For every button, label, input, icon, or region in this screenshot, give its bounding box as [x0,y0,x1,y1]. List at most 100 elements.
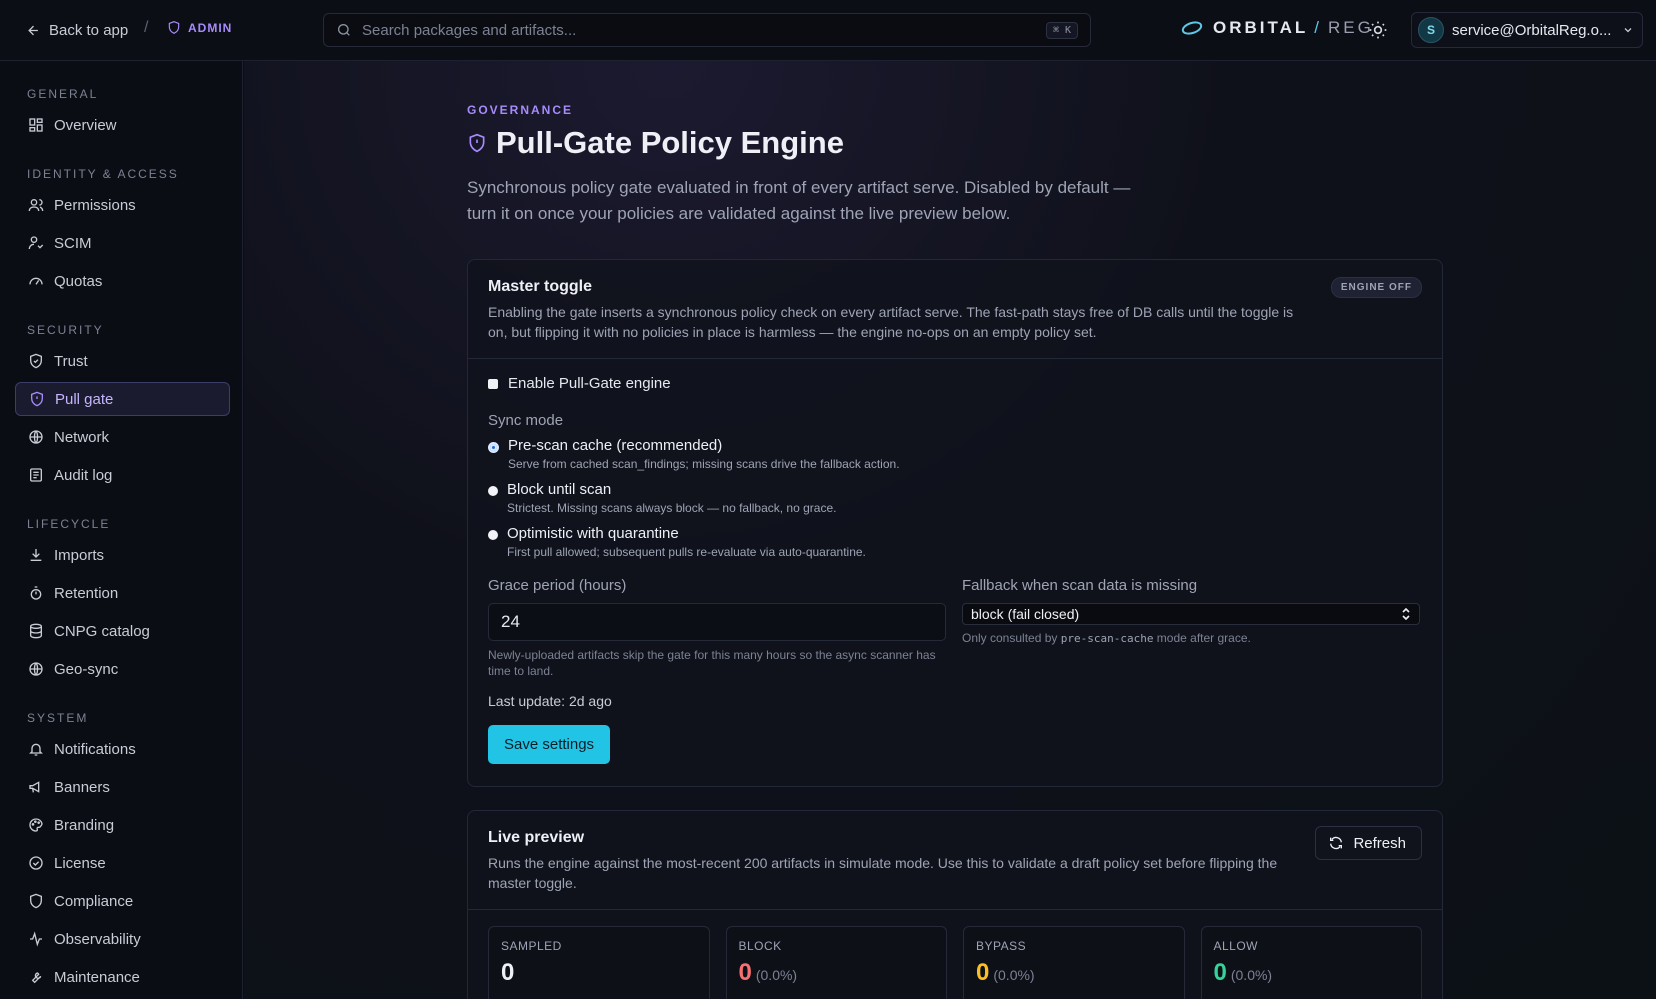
admin-label: ADMIN [188,20,233,35]
sidebar-item-label: Notifications [54,740,136,758]
sidebar-item-trust[interactable]: Trust [15,344,230,378]
last-update: Last update: 2d ago [488,693,612,709]
sidebar-item-observability[interactable]: Observability [15,922,230,956]
top-bar: Back to app / ADMIN ⌘ K ORBITAL / REG S … [0,0,1656,61]
grace-period-hint: Newly-uploaded artifacts skip the gate f… [488,648,936,678]
search-input[interactable] [362,21,1036,39]
grace-period-input[interactable]: 24 [488,603,946,641]
sidebar-item-geo-sync[interactable]: Geo-sync [15,652,230,686]
grace-period-label: Grace period (hours) [488,577,627,594]
radio-label: Block until scan [507,481,612,498]
sidebar-item-label: License [54,854,106,872]
search-icon [338,24,350,36]
megaphone-icon [29,781,40,793]
sidebar-item-label: Geo-sync [54,660,119,678]
sidebar-item-pull-gate[interactable]: Pull gate [15,382,230,416]
radio-button[interactable] [488,486,498,496]
globe-icon [29,430,43,444]
back-to-app-link[interactable]: Back to app [26,20,128,40]
stats-row: SAMPLED 0 BLOCK 0 (0.0%) BYPASS 0 (0.0%) A… [488,926,1422,999]
fallback-field: Fallback when scan data is missing block… [962,577,1420,679]
breadcrumb-separator: / [144,19,149,36]
page-title: Pull-Gate Policy Engine [467,125,844,161]
card-header: Master toggle Enabling the gate inserts … [468,260,1442,359]
download-icon [30,549,42,561]
sidebar-item-retention[interactable]: Retention [15,576,230,610]
grid-icon [29,118,43,132]
enable-engine-checkbox[interactable] [488,378,498,389]
sync-mode-label: Sync mode [488,412,564,429]
radio-button[interactable] [488,530,498,540]
database-icon [30,623,42,639]
stat-label: BLOCK [738,939,782,953]
sidebar-item-maintenance[interactable]: Maintenance [15,960,230,994]
bell-icon [29,743,43,756]
brand-logo[interactable]: ORBITAL / REG [1181,18,1374,38]
sidebar-item-quotas[interactable]: Quotas [15,264,230,298]
stat-label: BYPASS [976,939,1027,953]
brand-name: ORBITAL [1213,18,1309,37]
card-description: Enabling the gate inserts a synchronous … [488,304,1294,340]
sidebar-item-network[interactable]: Network [15,420,230,454]
sidebar-item-license[interactable]: License [15,846,230,880]
sidebar-item-compliance[interactable]: Compliance [15,884,230,918]
account-label: service@OrbitalReg.o... [1452,21,1612,39]
search-bar[interactable]: ⌘ K [323,13,1091,47]
sidebar-item-permissions[interactable]: Permissions [15,188,230,222]
sun-icon[interactable] [1368,20,1388,40]
sidebar-item-banners[interactable]: Banners [15,770,230,804]
orbit-logo-icon [1181,21,1203,35]
sidebar-item-imports[interactable]: Imports [15,538,230,572]
grace-period-field: Grace period (hours) 24 Newly-uploaded a… [488,577,946,679]
stat-number: 0 [738,959,752,986]
sync-mode-option-optimistic[interactable]: Optimistic with quarantine First pull al… [488,525,1422,559]
sidebar-item-audit-log[interactable]: Audit log [15,458,230,492]
sidebar-item-label: Trust [54,352,88,370]
sidebar-section-identity: IDENTITY & ACCESS [27,167,179,181]
grace-period-value: 24 [501,612,520,631]
sidebar-item-notifications[interactable]: Notifications [15,732,230,766]
account-menu[interactable]: S service@OrbitalReg.o... [1411,12,1643,48]
live-preview-card: Live preview Runs the engine against the… [467,810,1443,999]
sidebar-item-label: Pull gate [55,390,114,408]
sidebar-item-label: Overview [54,116,117,134]
stat-sampled: SAMPLED 0 [488,926,710,999]
refresh-button[interactable]: Refresh [1315,826,1422,860]
sidebar-item-label: Compliance [54,892,134,910]
sidebar-item-scim[interactable]: SCIM [15,226,230,260]
save-settings-button[interactable]: Save settings [488,725,611,764]
radio-button[interactable] [488,442,499,453]
sidebar-item-label: Audit log [54,466,113,484]
shield-icon [168,21,180,34]
stat-number: 0 [976,959,990,986]
globe-icon [29,662,43,676]
arrow-left-icon [28,25,38,35]
stat-block: BLOCK 0 (0.0%) [725,926,947,999]
sidebar-item-label: Banners [54,778,110,796]
sidebar-section-general: GENERAL [27,87,99,101]
stat-value: 0 [501,959,697,987]
fallback-label: Fallback when scan data is missing [962,577,1198,594]
stat-number: 0 [501,959,515,986]
sync-mode-option-block[interactable]: Block until scan Strictest. Missing scan… [488,481,1422,515]
sidebar-item-label: Branding [54,816,115,834]
sidebar-item-branding[interactable]: Branding [15,808,230,842]
fallback-select[interactable]: block (fail closed) [962,603,1420,625]
sidebar-item-label: Permissions [54,196,136,214]
sidebar-item-cnpg-catalog[interactable]: CNPG catalog [15,614,230,648]
status-badge: ENGINE OFF [1330,277,1422,298]
stat-value: 0 (0.0%) [1214,959,1410,987]
sidebar-item-label: Observability [54,930,141,948]
admin-breadcrumb[interactable]: ADMIN [167,20,232,35]
stat-label: SAMPLED [501,939,562,953]
sidebar-item-overview[interactable]: Overview [15,108,230,142]
sync-mode-option-pre-scan[interactable]: Pre-scan cache (recommended) Serve from … [488,437,1422,471]
enable-engine-checkbox-row[interactable]: Enable Pull-Gate engine [488,375,1422,392]
users-icon [28,199,44,212]
fallback-selected-value: block (fail closed) [971,606,1080,622]
log-icon [30,468,42,482]
stat-percent: (0.0%) [1230,967,1273,983]
radio-label: Pre-scan cache (recommended) [508,437,723,454]
stat-bypass: BYPASS 0 (0.0%) [963,926,1185,999]
page-eyebrow: GOVERNANCE [467,103,574,117]
